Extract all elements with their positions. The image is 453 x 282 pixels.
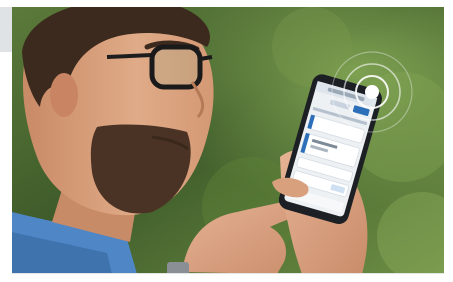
signal-dot [365,85,379,99]
photo [12,7,444,274]
photo-illustration [12,7,444,274]
watch [167,262,189,274]
corner-tab [0,7,12,52]
